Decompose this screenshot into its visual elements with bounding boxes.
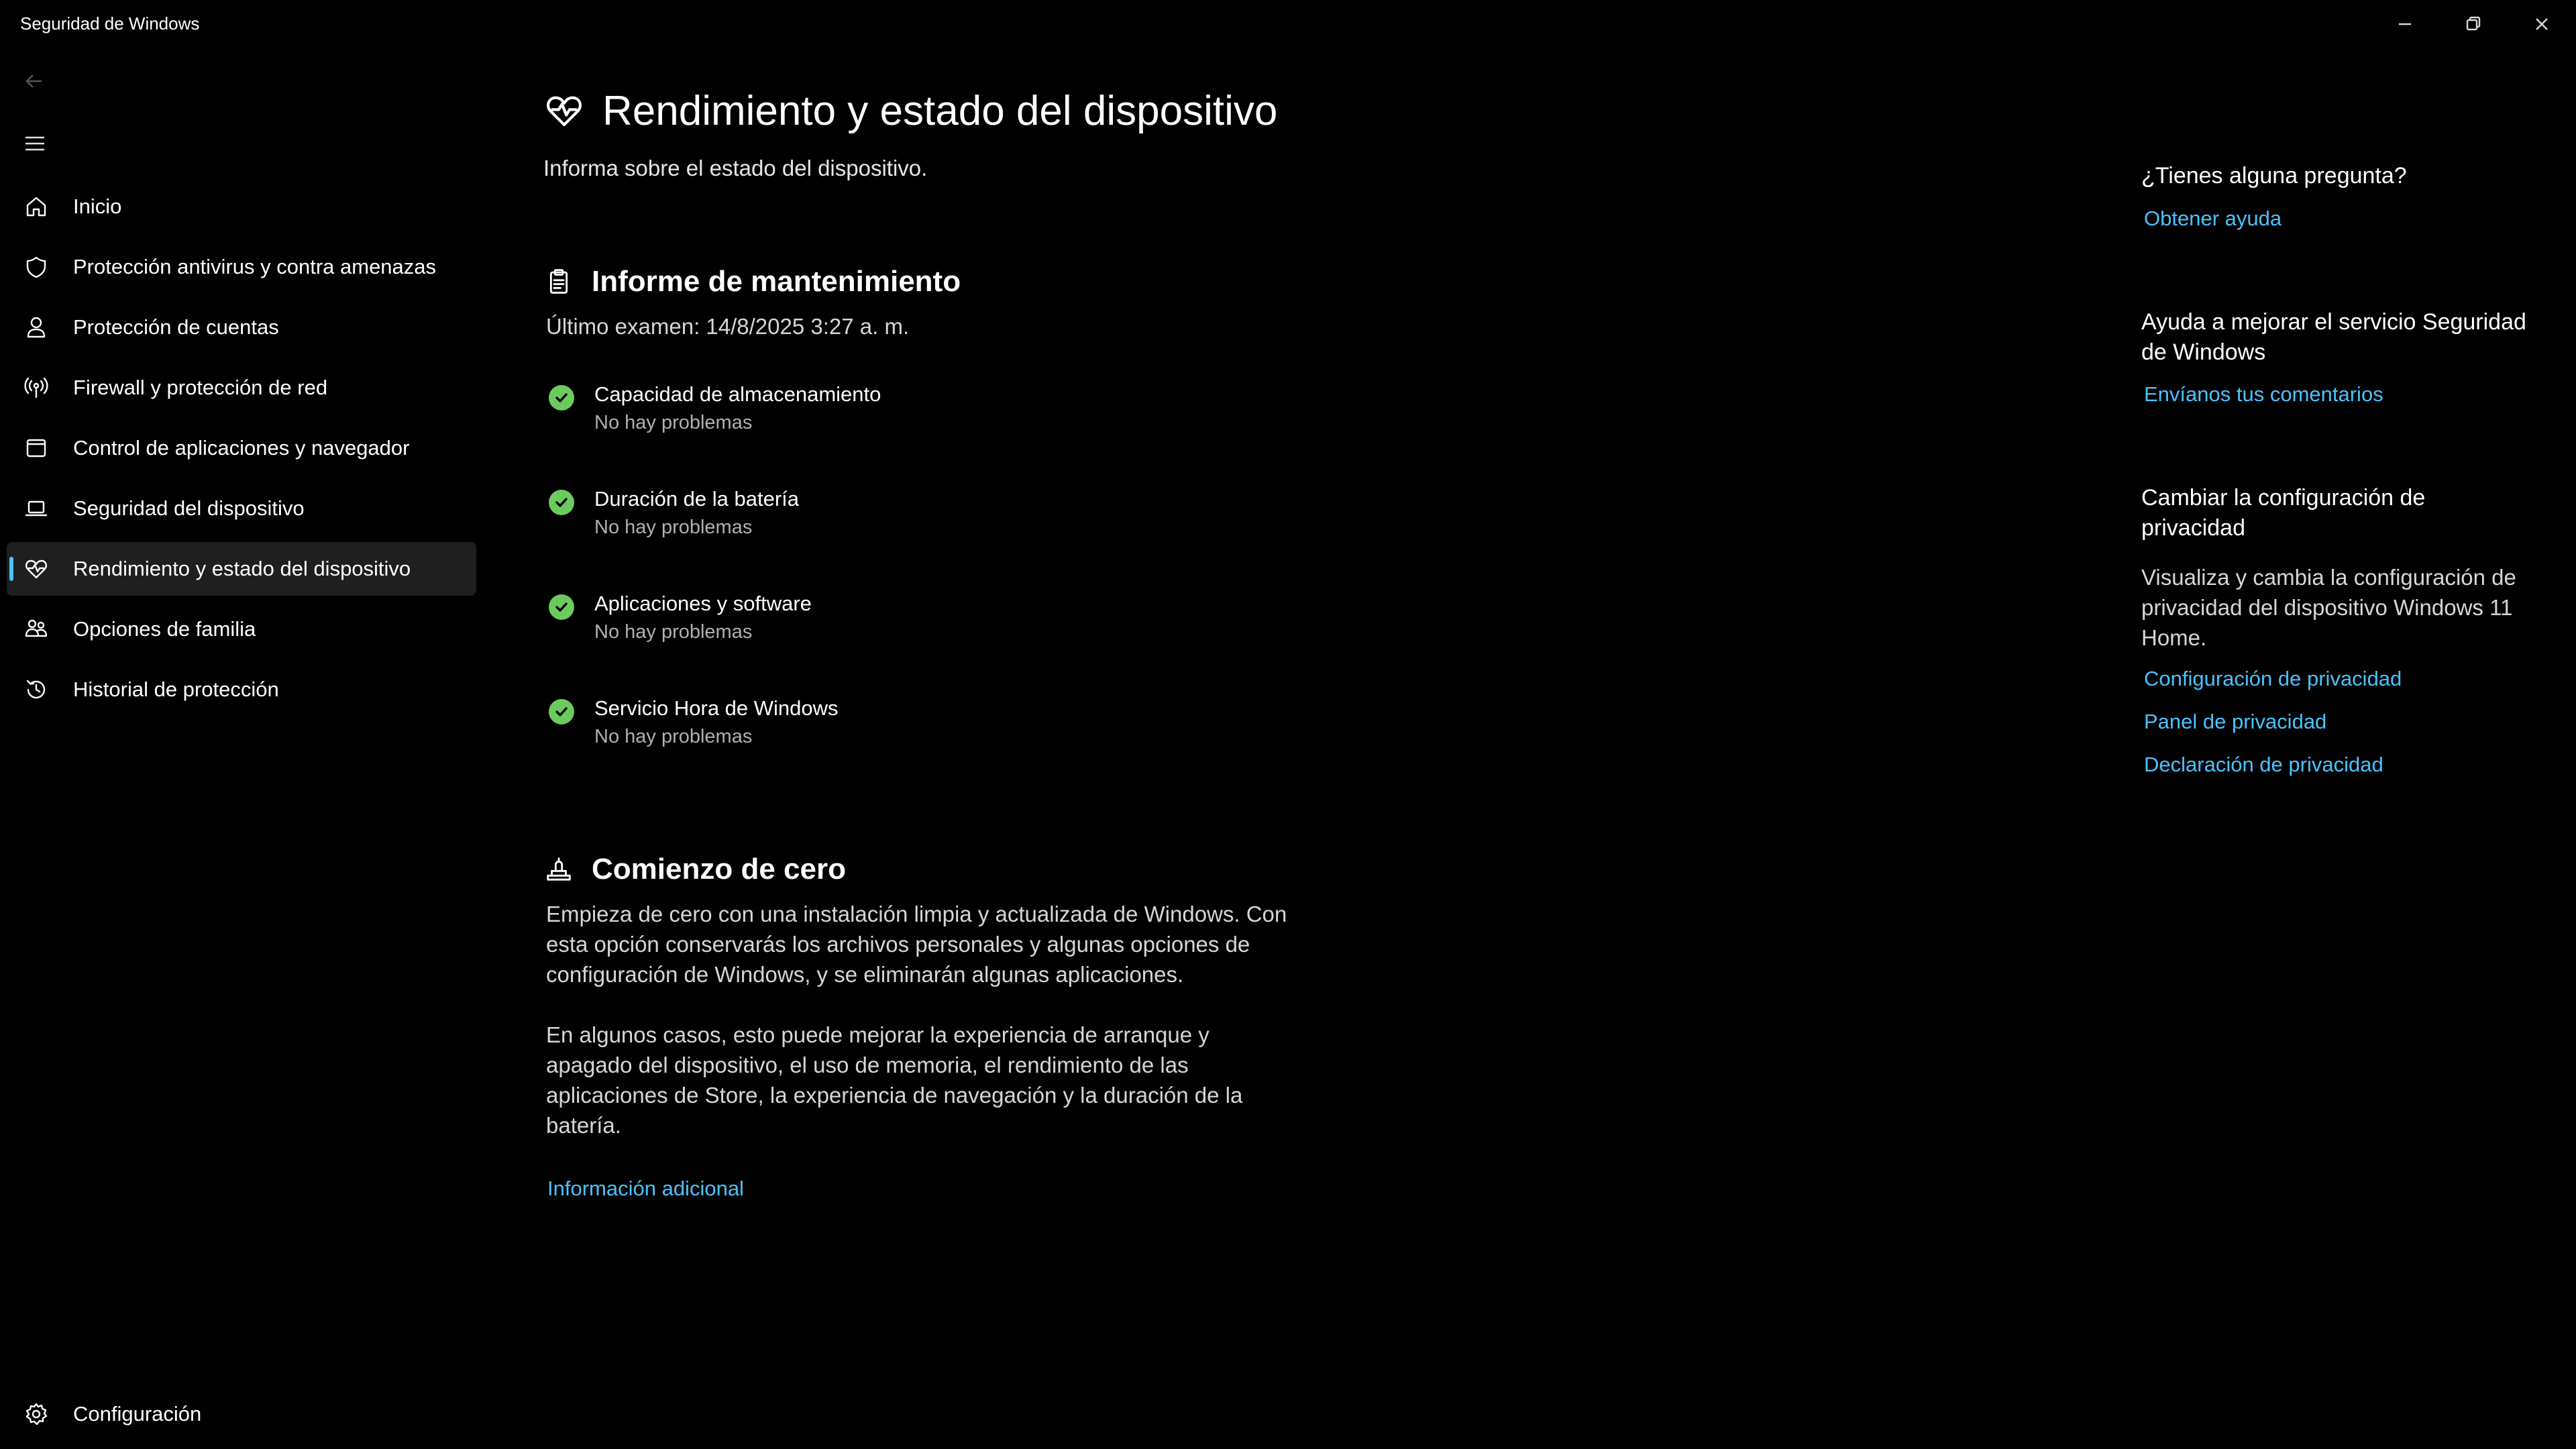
hamburger-icon [25,136,44,151]
minimize-button[interactable] [2371,0,2439,48]
close-button[interactable] [2508,0,2576,48]
privacy-settings-link[interactable]: Configuración de privacidad [2144,667,2402,691]
heart-pulse-icon [547,96,582,127]
fresh-start-icon [547,857,571,881]
checkmark-circle-icon [549,385,574,411]
nav-item-accounts[interactable]: Protección de cuentas [7,301,476,354]
window-title: Seguridad de Windows [20,13,200,34]
feedback-heading: Ayuda a mejorar el servicio Seguridad de… [2141,309,2526,365]
clipboard-icon [549,269,568,294]
fresh-start-paragraph-2: En algunos casos, esto puede mejorar la … [546,1022,1243,1138]
home-icon [23,193,50,220]
page-title: Rendimiento y estado del dispositivo [602,87,1278,134]
restore-icon [2466,16,2481,31]
arrow-left-icon [25,74,42,88]
nav-item-label: Inicio [73,195,122,218]
heart-pulse-icon [23,555,50,582]
fresh-start-paragraph-1: Empieza de cero con una instalación limp… [546,902,1287,987]
last-scan-text: Último examen: 14/8/2025 3:27 a. m. [546,314,910,339]
nav-item-app-browser[interactable]: Control de aplicaciones y navegador [7,421,476,475]
back-button[interactable] [23,70,51,98]
more-info-link[interactable]: Información adicional [547,1177,744,1201]
maintenance-list: Capacidad de almacenamiento No hay probl… [546,381,1150,800]
antenna-icon [23,374,50,401]
laptop-icon [23,495,50,522]
nav-item-inicio[interactable]: Inicio [7,180,476,233]
nav-item-label: Rendimiento y estado del dispositivo [73,557,411,580]
nav-item-label: Protección antivirus y contra amenazas [73,255,437,278]
minimize-icon [2399,23,2411,25]
app-window-icon [23,435,50,462]
check-title: Duración de la batería [594,487,800,511]
maintenance-title: Informe de mantenimiento [592,265,961,298]
list-item: Aplicaciones y software No hay problemas [546,590,1150,695]
nav-item-device-security[interactable]: Seguridad del dispositivo [7,482,476,535]
nav-item-label: Firewall y protección de red [73,376,328,399]
maintenance-section-header: Informe de mantenimiento [543,260,961,303]
check-status: No hay problemas [594,621,753,643]
privacy-dashboard-link[interactable]: Panel de privacidad [2144,710,2326,734]
privacy-text: Visualiza y cambia la configuración de p… [2141,565,2516,650]
help-section: ¿Tienes alguna pregunta? [2141,161,2530,191]
nav-item-label: Configuración [73,1402,202,1426]
family-icon [23,616,50,643]
nav-menu: Inicio Protección antivirus y contra ame… [7,180,476,723]
nav-item-settings[interactable]: Configuración [7,1387,476,1441]
privacy-section: Cambiar la configuración de privacidad [2141,483,2530,543]
checkmark-circle-icon [549,594,574,620]
check-title: Servicio Hora de Windows [594,696,839,720]
check-title: Aplicaciones y software [594,592,812,615]
nav-item-history[interactable]: Historial de protección [7,663,476,716]
gear-icon [23,1401,50,1428]
list-item: Servicio Hora de Windows No hay problema… [546,695,1150,800]
checkmark-circle-icon [549,490,574,515]
list-item: Duración de la batería No hay problemas [546,486,1150,590]
nav-item-antivirus[interactable]: Protección antivirus y contra amenazas [7,240,476,294]
send-feedback-link[interactable]: Envíanos tus comentarios [2144,382,2383,407]
get-help-link[interactable]: Obtener ayuda [2144,207,2282,231]
nav-item-label: Seguridad del dispositivo [73,496,305,520]
list-item: Capacidad de almacenamiento No hay probl… [546,381,1150,486]
help-heading: ¿Tienes alguna pregunta? [2141,163,2407,189]
nav-item-label: Historial de protección [73,678,279,701]
history-icon [23,676,50,703]
page-header: Rendimiento y estado del dispositivo [543,80,1348,141]
privacy-heading: Cambiar la configuración de privacidad [2141,485,2426,541]
nav-item-firewall[interactable]: Firewall y protección de red [7,361,476,415]
main-content: Rendimiento y estado del dispositivo Inf… [543,80,1348,181]
nav-item-label: Control de aplicaciones y navegador [73,436,410,460]
menu-button[interactable] [23,131,51,160]
fresh-start-section-header: Comienzo de cero [543,848,846,891]
restore-button[interactable] [2439,0,2508,48]
shield-icon [23,254,50,280]
person-icon [23,314,50,341]
nav-item-label: Protección de cuentas [73,315,279,339]
nav-item-family[interactable]: Opciones de familia [7,602,476,656]
check-status: No hay problemas [594,726,753,747]
page-subtitle: Informa sobre el estado del dispositivo. [543,156,928,180]
close-icon [2536,18,2548,30]
fresh-start-title: Comienzo de cero [592,853,846,885]
nav-item-device-health[interactable]: Rendimiento y estado del dispositivo [7,542,476,596]
check-title: Capacidad de almacenamiento [594,382,881,406]
feedback-section: Ayuda a mejorar el servicio Seguridad de… [2141,307,2530,368]
privacy-statement-link[interactable]: Declaración de privacidad [2144,753,2383,777]
checkmark-circle-icon [549,699,574,724]
privacy-description: Visualiza y cambia la configuración de p… [2141,562,2530,653]
check-status: No hay problemas [594,517,753,538]
window-controls [2371,0,2576,48]
nav-item-label: Opciones de familia [73,617,256,641]
check-status: No hay problemas [594,412,753,433]
